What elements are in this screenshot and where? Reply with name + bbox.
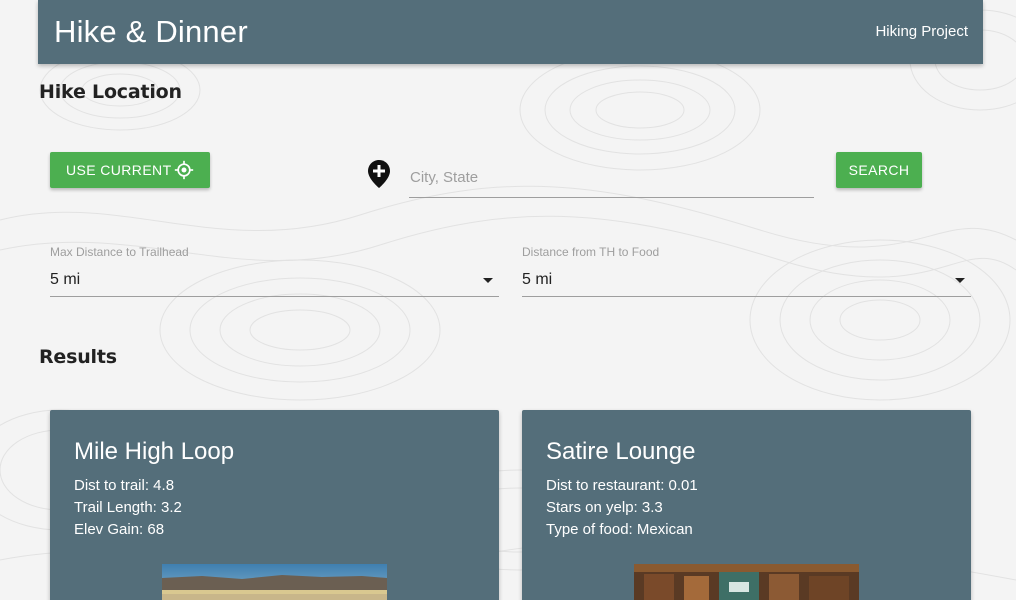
top-navbar: Hike & Dinner Hiking Project [38,0,983,64]
nav-link-hiking-project[interactable]: Hiking Project [875,23,968,40]
add-location-pin-icon [368,160,390,188]
trail-elevation-gain: Elev Gain: 68 [74,521,165,538]
hike-location-heading: Hike Location [39,81,182,103]
food-distance-label: Distance from TH to Food [522,245,660,259]
restaurant-result-card[interactable]: Satire Lounge Dist to restaurant: 0.01 S… [522,410,971,600]
trail-distance: Dist to trail: 4.8 [74,477,175,494]
search-button[interactable]: Search [836,152,922,188]
max-distance-label: Max Distance to Trailhead [50,245,189,259]
crosshair-icon [174,160,194,180]
restaurant-distance: Dist to restaurant: 0.01 [546,477,698,494]
food-distance-value[interactable]: 5 mi [522,265,971,297]
trail-length: Trail Length: 3.2 [74,499,182,516]
restaurant-yelp-stars: Stars on yelp: 3.3 [546,499,663,516]
trail-name: Mile High Loop [74,438,235,465]
use-current-button[interactable]: Use Current [50,152,210,188]
caret-down-icon[interactable] [955,278,965,283]
trail-photo [162,564,387,600]
max-distance-select[interactable]: Max Distance to Trailhead 5 mi [50,245,499,305]
city-state-input[interactable] [409,160,814,198]
restaurant-food-type: Type of food: Mexican [546,521,693,538]
food-distance-select[interactable]: Distance from TH to Food 5 mi [522,245,971,305]
trail-result-card[interactable]: Mile High Loop Dist to trail: 4.8 Trail … [50,410,499,600]
use-current-label: Use Current [66,162,172,178]
results-heading: Results [39,346,117,368]
caret-down-icon[interactable] [483,278,493,283]
restaurant-photo [634,564,859,600]
brand-logo-text[interactable]: Hike & Dinner [54,14,248,50]
max-distance-value[interactable]: 5 mi [50,265,499,297]
restaurant-name: Satire Lounge [546,438,696,465]
